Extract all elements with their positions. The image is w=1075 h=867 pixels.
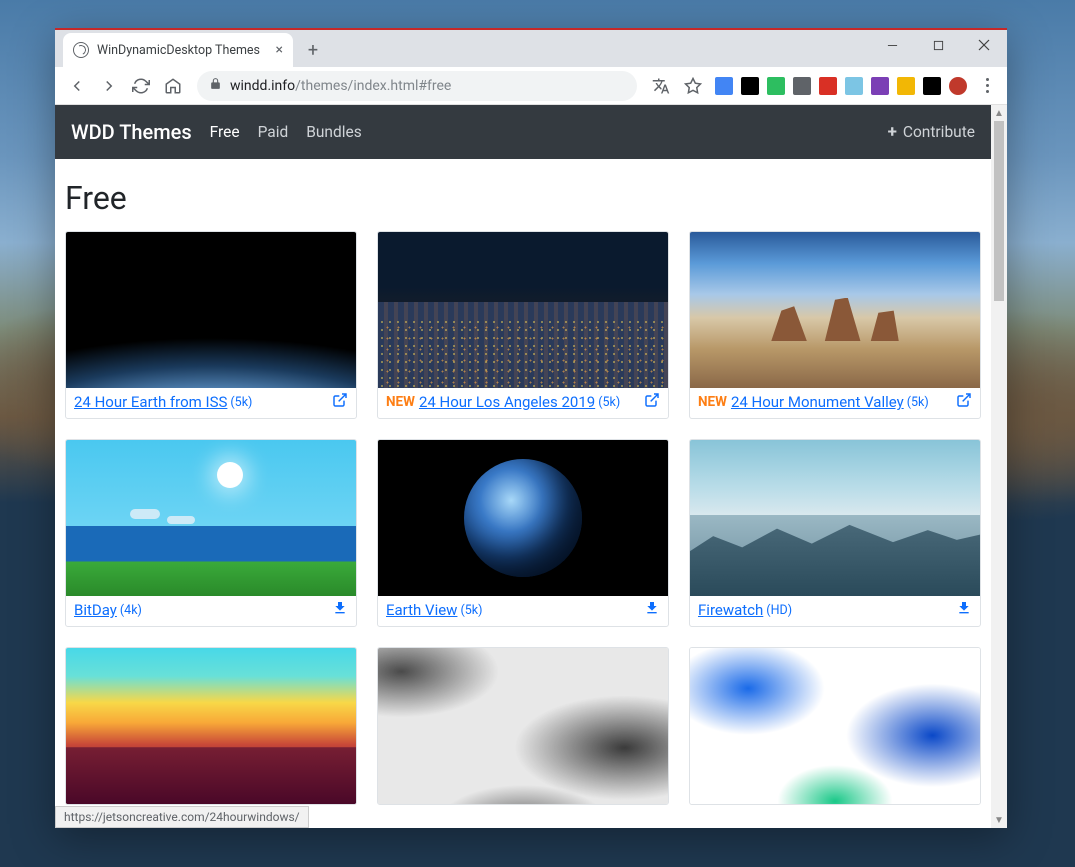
contribute-link[interactable]: + Contribute: [888, 122, 975, 142]
reload-button[interactable]: [127, 72, 155, 100]
theme-card: NEW24 Hour Monument Valley(5k): [689, 231, 981, 419]
home-button[interactable]: [159, 72, 187, 100]
globe-icon: [73, 42, 89, 58]
card-footer: NEW24 Hour Monument Valley(5k): [690, 388, 980, 418]
theme-thumbnail[interactable]: [66, 232, 356, 388]
theme-title-link[interactable]: 24 Hour Earth from ISS: [74, 393, 227, 411]
browser-window: WinDynamicDesktop Themes × + windd.info/…: [55, 28, 1007, 828]
url-text: windd.info/themes/index.html#free: [230, 78, 451, 94]
theme-card: BitDay(4k): [65, 439, 357, 627]
site-brand[interactable]: WDD Themes: [71, 120, 192, 144]
theme-thumbnail[interactable]: [690, 440, 980, 596]
card-footer: Earth View(5k): [378, 596, 668, 626]
extension-icon[interactable]: [793, 77, 811, 95]
theme-thumbnail[interactable]: [66, 648, 356, 804]
theme-card: Earth View(5k): [377, 439, 669, 627]
scroll-down-arrow[interactable]: ▼: [991, 812, 1007, 828]
download-icon[interactable]: [644, 600, 660, 620]
nav-link-bundles[interactable]: Bundles: [306, 123, 362, 141]
theme-title-link[interactable]: Earth View: [386, 601, 457, 619]
window-controls: [869, 30, 1007, 60]
scroll-up-arrow[interactable]: ▲: [991, 105, 1007, 121]
site-navbar: WDD Themes Free Paid Bundles + Contribute: [55, 105, 991, 159]
scrollbar[interactable]: ▲ ▼: [991, 105, 1007, 828]
minimize-button[interactable]: [869, 30, 915, 60]
card-footer: 24 Hour Earth from ISS(5k): [66, 388, 356, 418]
plus-icon: +: [888, 122, 897, 142]
external-link-icon[interactable]: [644, 392, 660, 412]
extension-icon[interactable]: [715, 77, 733, 95]
theme-resolution: (5k): [230, 395, 252, 410]
new-tab-button[interactable]: +: [299, 36, 327, 64]
extension-icons: [711, 77, 971, 95]
theme-card: Firewatch(HD): [689, 439, 981, 627]
theme-card: [377, 647, 669, 805]
theme-resolution: (HD): [766, 603, 792, 618]
close-window-button[interactable]: [961, 30, 1007, 60]
tab-title: WinDynamicDesktop Themes: [97, 43, 260, 58]
section-title: Free: [65, 179, 981, 217]
browser-menu-button[interactable]: [975, 78, 999, 93]
card-footer: Firewatch(HD): [690, 596, 980, 626]
tab-strip: WinDynamicDesktop Themes × +: [55, 30, 1007, 67]
back-button[interactable]: [63, 72, 91, 100]
maximize-button[interactable]: [915, 30, 961, 60]
scroll-thumb[interactable]: [994, 121, 1004, 301]
external-link-icon[interactable]: [956, 392, 972, 412]
theme-grid: 24 Hour Earth from ISS(5k)NEW24 Hour Los…: [65, 231, 981, 805]
extension-icon[interactable]: [871, 77, 889, 95]
new-badge: NEW: [386, 394, 415, 410]
extension-icon[interactable]: [845, 77, 863, 95]
translate-icon[interactable]: [647, 72, 675, 100]
theme-thumbnail[interactable]: [378, 232, 668, 388]
card-footer: NEW24 Hour Los Angeles 2019(5k): [378, 388, 668, 418]
nav-link-free[interactable]: Free: [210, 123, 240, 141]
extension-icon[interactable]: [949, 77, 967, 95]
extension-icon[interactable]: [897, 77, 915, 95]
theme-thumbnail[interactable]: [66, 440, 356, 596]
theme-thumbnail[interactable]: [378, 648, 668, 804]
extension-icon[interactable]: [767, 77, 785, 95]
new-badge: NEW: [698, 394, 727, 410]
forward-button[interactable]: [95, 72, 123, 100]
download-icon[interactable]: [332, 600, 348, 620]
theme-resolution: (5k): [598, 395, 620, 410]
page-content: WDD Themes FreePaidBundles + Contribute …: [55, 105, 991, 828]
browser-tab[interactable]: WinDynamicDesktop Themes ×: [63, 33, 293, 67]
theme-card: [65, 647, 357, 805]
theme-thumbnail[interactable]: [690, 232, 980, 388]
theme-title-link[interactable]: Firewatch: [698, 601, 763, 619]
theme-card: [689, 647, 981, 805]
theme-resolution: (5k): [907, 395, 929, 410]
theme-title-link[interactable]: 24 Hour Los Angeles 2019: [419, 393, 595, 411]
status-bar: https://jetsoncreative.com/24hourwindows…: [55, 806, 309, 828]
lock-icon: [209, 77, 222, 94]
close-tab-icon[interactable]: ×: [276, 42, 283, 58]
external-link-icon[interactable]: [332, 392, 348, 412]
download-icon[interactable]: [956, 600, 972, 620]
theme-thumbnail[interactable]: [690, 648, 980, 804]
theme-thumbnail[interactable]: [378, 440, 668, 596]
theme-resolution: (4k): [120, 603, 142, 618]
extension-icon[interactable]: [923, 77, 941, 95]
extension-icon[interactable]: [741, 77, 759, 95]
bookmark-star-icon[interactable]: [679, 72, 707, 100]
theme-resolution: (5k): [460, 603, 482, 618]
address-bar[interactable]: windd.info/themes/index.html#free: [197, 71, 637, 101]
extension-icon[interactable]: [819, 77, 837, 95]
theme-card: NEW24 Hour Los Angeles 2019(5k): [377, 231, 669, 419]
browser-toolbar: windd.info/themes/index.html#free: [55, 67, 1007, 105]
viewport: WDD Themes FreePaidBundles + Contribute …: [55, 105, 1007, 828]
theme-card: 24 Hour Earth from ISS(5k): [65, 231, 357, 419]
card-footer: BitDay(4k): [66, 596, 356, 626]
theme-title-link[interactable]: BitDay: [74, 601, 117, 619]
nav-link-paid[interactable]: Paid: [258, 123, 289, 141]
theme-title-link[interactable]: 24 Hour Monument Valley: [731, 393, 904, 411]
